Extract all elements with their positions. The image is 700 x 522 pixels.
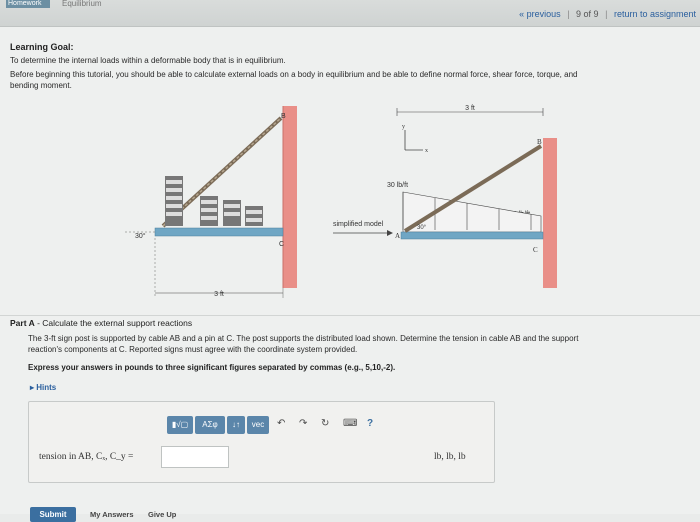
right-dim-label: 3 ft [465,105,475,112]
section-divider [0,315,700,316]
redo-icon[interactable]: ↷ [299,418,307,429]
express-instructions: Express your answers in pounds to three … [28,363,396,372]
load-label-30: 30 lb/ft [387,182,408,189]
right-label-A: A [395,232,400,240]
part-a-text: reaction's components at C. Reported sig… [28,345,358,354]
nav-separator: | [605,9,608,19]
part-a-title: Part A - Calculate the external support … [10,318,192,328]
right-angle-label: 30° [417,225,427,231]
arrows-button[interactable]: ↓↑ [227,416,245,434]
assignment-nav: « previous | 9 of 9 | return to assignme… [515,9,696,19]
nav-separator: | [567,9,570,19]
sign-stack-mid [200,196,263,226]
answer-input[interactable] [161,446,229,468]
right-label-B: B [537,138,542,146]
greek-button[interactable]: AΣφ [195,416,225,434]
item-position: 9 of 9 [576,9,599,19]
top-bar: Homework Equilibrium « previous | 9 of 9… [0,0,700,27]
sign-post-figure: B C 30° 3 ft 3 ft y x 30 lb/ft 20 lb/ft [125,105,557,298]
learning-goal-text: bending moment. [10,81,72,90]
right-post [400,231,544,240]
right-wall [543,138,557,288]
learning-goal-text: To determine the internal loads within a… [10,56,286,65]
hints-link[interactable]: ▸ Hints [30,383,56,392]
submit-button[interactable]: Submit [30,507,76,522]
right-label-C: C [533,246,538,254]
simplified-model-label: simplified model [333,221,384,228]
answer-units: lb, lb, lb [434,452,466,462]
keyboard-icon[interactable]: ⌨ [343,418,357,429]
vec-button[interactable]: vec [247,416,269,434]
page: Homework Equilibrium « previous | 9 of 9… [0,0,700,522]
my-answers-button[interactable]: My Answers [90,510,134,519]
left-wall [283,106,297,288]
previous-link[interactable]: « previous [519,9,561,19]
reset-icon[interactable]: ↻ [321,418,329,429]
return-link[interactable]: return to assignment [614,9,696,19]
part-a-label: Part A [10,318,35,328]
answer-label: tension in AB, Cₓ, C_y = [39,452,134,462]
templates-button[interactable]: ▮√▢ [167,416,193,434]
sign-stack-left [165,176,183,226]
y-axis-label: y [402,124,405,130]
tab-homework[interactable]: Homework [6,0,50,8]
left-dim-label: 3 ft [214,291,224,298]
help-icon[interactable]: ? [367,418,373,429]
part-a-text: The 3-ft sign post is supported by cable… [28,334,579,343]
main-content: Learning Goal: To determine the internal… [0,26,700,522]
answer-box: ▮√▢ AΣφ ↓↑ vec ↶ ↷ ↻ ⌨ ? tension in AB, … [28,401,495,483]
x-axis-label: x [425,148,428,154]
give-up-button[interactable]: Give Up [148,510,176,519]
learning-goal-title: Learning Goal: [10,42,74,52]
left-label-C: C [279,241,284,248]
left-angle-label: 30° [135,232,146,240]
left-label-B: B [281,113,286,120]
learning-goal-text: Before beginning this tutorial, you shou… [10,70,578,79]
undo-icon[interactable]: ↶ [277,418,285,429]
left-post [154,227,284,237]
tab-equilibrium[interactable]: Equilibrium [62,0,102,8]
part-a-subtitle: - Calculate the external support reactio… [34,318,193,328]
